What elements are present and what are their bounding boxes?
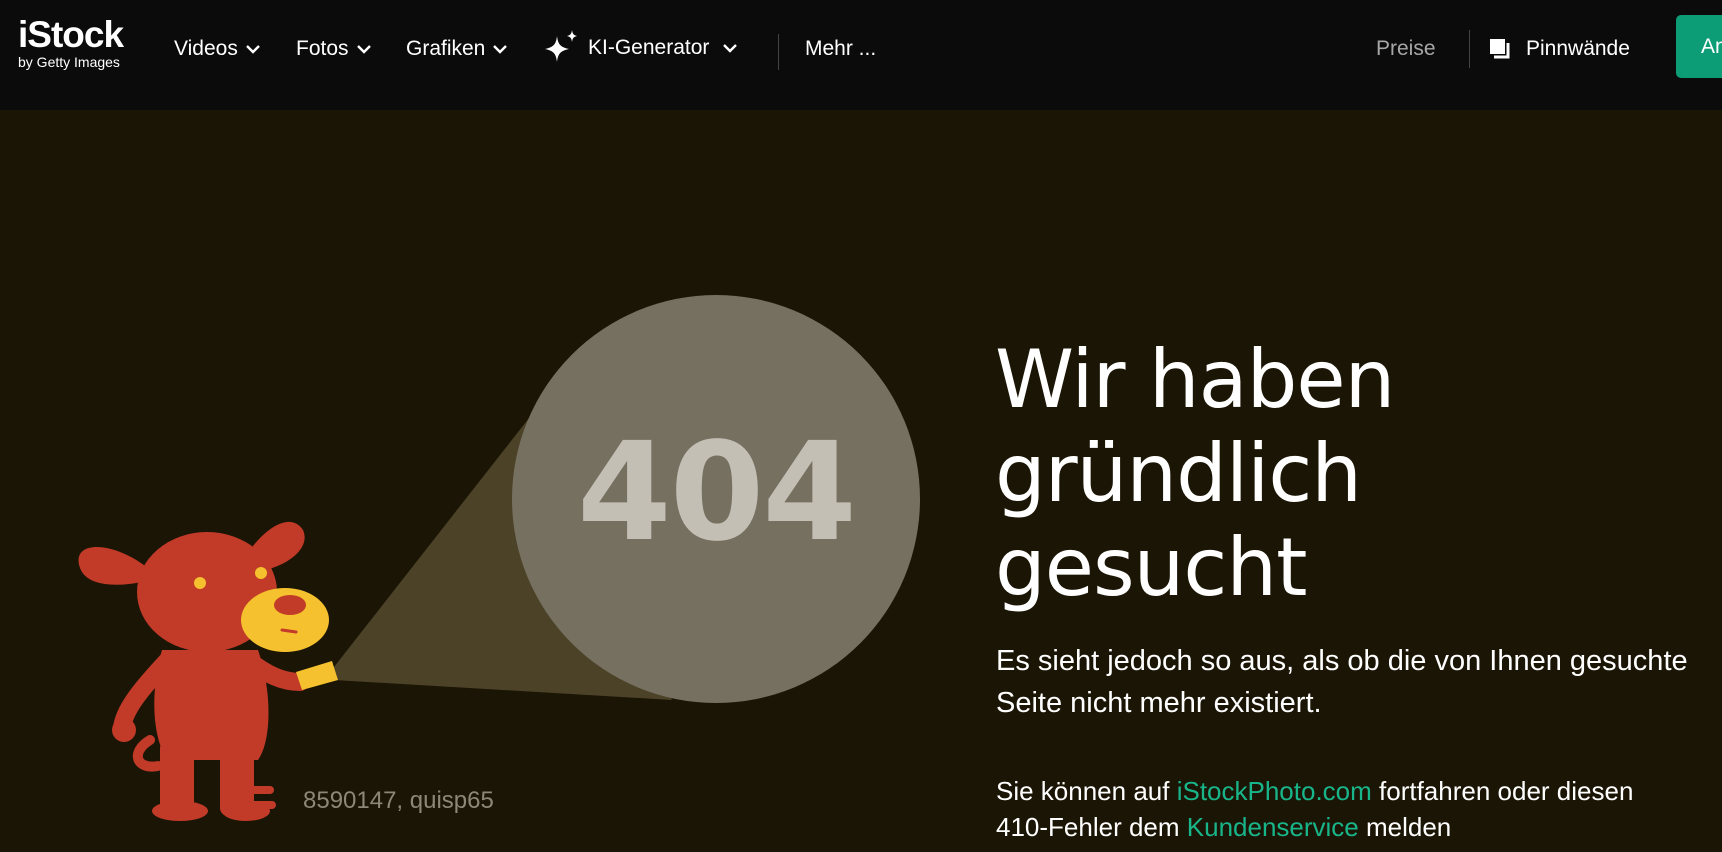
boards-icon [1490, 39, 1510, 59]
note-text-1: Sie können auf [996, 776, 1177, 806]
sparkle-icon [545, 30, 577, 62]
nav-grafiken[interactable]: Grafiken [406, 34, 509, 64]
note-text-3: 410-Fehler dem [996, 812, 1187, 842]
nav-mehr[interactable]: Mehr ... [805, 34, 876, 64]
nav-ki-generator-label: KI-Generator [588, 36, 710, 59]
logo-subtitle: by Getty Images [18, 54, 120, 70]
chevron-down-icon [356, 45, 371, 54]
nav-videos[interactable]: Videos [174, 34, 262, 64]
nav-mehr-label: Mehr ... [805, 37, 877, 60]
nav-fotos[interactable]: Fotos [296, 34, 373, 64]
nav-pricing[interactable]: Preise [1376, 34, 1436, 64]
chevron-down-icon [723, 44, 738, 53]
nav-grafiken-label: Grafiken [406, 37, 486, 60]
page-headline: Wir haben gründlich gesucht [995, 333, 1695, 615]
image-credit: 8590147, quisp65 [303, 787, 494, 814]
istock-logo[interactable]: iStock by Getty Images [18, 14, 124, 70]
dog-mascot [78, 521, 338, 821]
logo-title: iStock [18, 14, 124, 55]
nav-divider-right [1469, 30, 1470, 68]
nav-ki-generator[interactable]: KI-Generator [542, 28, 739, 68]
sign-in-button[interactable]: Anmelden [1676, 15, 1722, 78]
headline-line-2: gründlich [995, 427, 1362, 520]
error-description: Es sieht jedoch so aus, als ob die von I… [996, 645, 1688, 719]
nav-boards[interactable]: Pinnwände [1488, 34, 1630, 64]
sign-in-label: Anmelden [1701, 35, 1722, 58]
nav-videos-label: Videos [174, 37, 238, 60]
headline-line-1: Wir haben [995, 333, 1395, 426]
error-code: 404 [577, 414, 857, 572]
help-note: Sie können auf iStockPhoto.com fortfahre… [996, 773, 1722, 845]
top-navigation: iStock by Getty Images Videos Fotos Graf… [0, 0, 1722, 110]
nav-fotos-label: Fotos [296, 37, 349, 60]
nav-divider [778, 34, 779, 70]
pricing-label: Preise [1376, 37, 1436, 60]
istockphoto-link[interactable]: iStockPhoto.com [1177, 776, 1372, 806]
headline-line-3: gesucht [995, 521, 1307, 614]
note-text-2: fortfahren oder diesen [1371, 776, 1634, 806]
customer-service-link[interactable]: Kundenservice [1187, 812, 1359, 842]
note-text-4: melden [1358, 812, 1452, 842]
chevron-down-icon [493, 45, 508, 54]
boards-label: Pinnwände [1526, 37, 1630, 60]
chevron-down-icon [245, 45, 260, 54]
